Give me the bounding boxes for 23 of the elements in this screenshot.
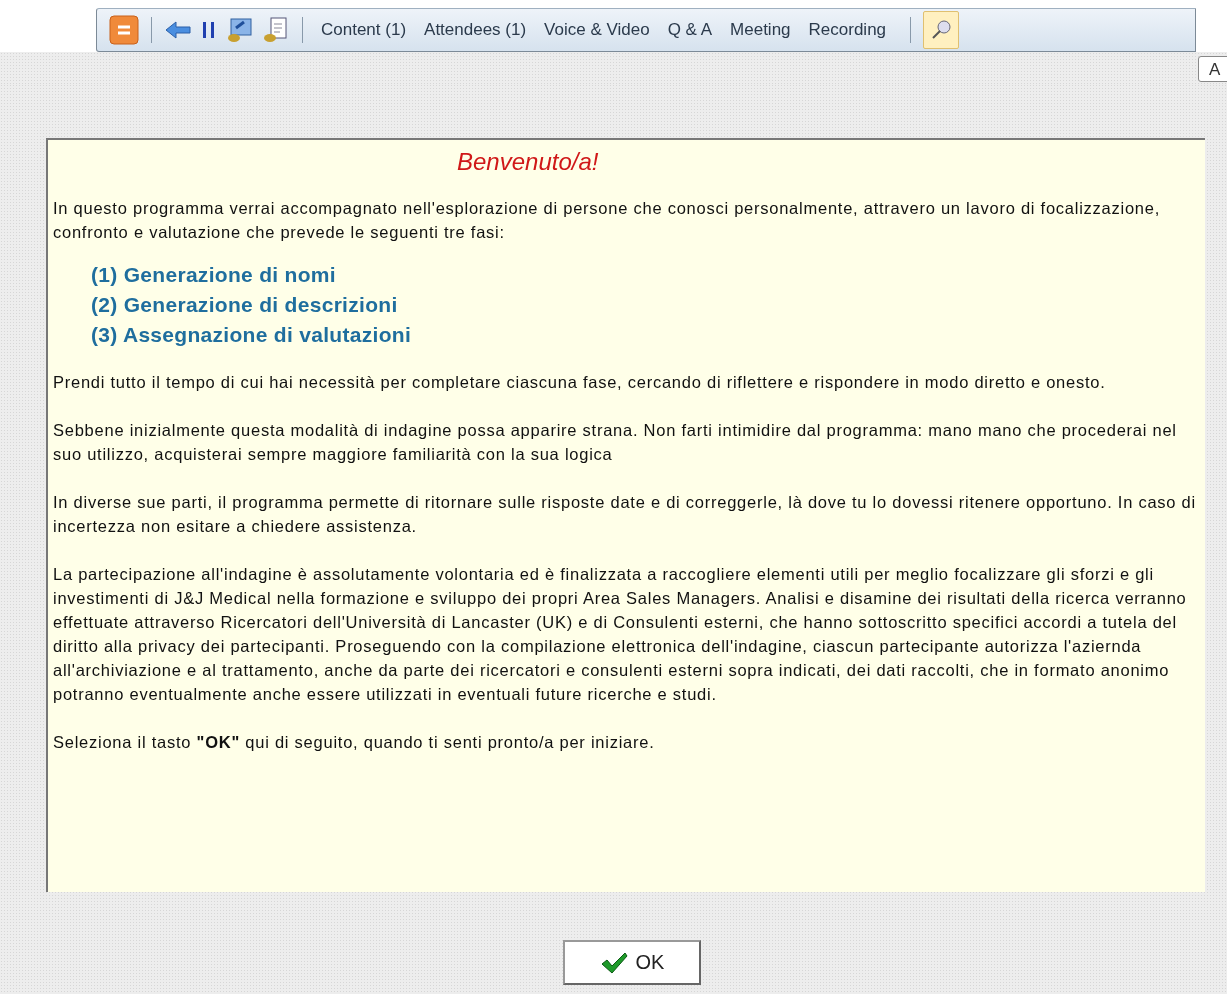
paragraph: Seleziona il tasto "OK" qui di seguito, quando ti senti pronto/a per iniziare. [53,732,656,753]
document-icon[interactable] [262,16,290,44]
toolbar-tab[interactable]: Attendees (1) [418,16,533,44]
phase-heading: (2) Generazione di descrizioni [91,292,399,318]
toolbar-tab[interactable]: Recording [802,16,893,44]
intro-paragraph: In questo programma verrai accompagnato nell'esplorazione di persone che conosci personalmente, attravero un lavoro di focalizzazione, confronto e valutazione che prevede le seguenti tre fasi: [53,198,1162,243]
paragraph: Sebbene inizialmente questa modalità di indagine possa apparire strana. Non farti intimidire dal programma: mano mano che procederai nel suo utilizzo, acquisterai sempre maggiore familiarità con la sua logica [53,420,1178,465]
paragraph: La partecipazione all'indagine è assolutamente volontaria ed è finalizzata a raccogliere elementi utili per meglio focalizzare gli sforzi e gli investimenti di J&J Medical nella formazione e sviluppo dei propri Area Sales Managers. Analisi e disamine dei risultati della ricerca verranno effettuate attraverso Ricercatori dell'Università di Lancaster (UK) e di Consulenti esterni, che hanno sottoscritto specifici accordi a tutela del diritto alla privacy dei partecipanti. Proseguendo con la compilazione elettronica dell'indagine, ciascun partecipante autorizza l'aziernda all'archiviazione e al trattamento, anche da parte dei ricercatori e consulenti esterni sopra indicati, dei dati raccolti, che in formato anonimo potranno eventualmente anche essere utilizzati in eventuali future ricerche e studi. [53,564,1188,705]
welcome-title: Benvenuto/a! [457,148,600,176]
toolbar-tab[interactable]: Q & A [661,16,719,44]
paragraph: Prendi tutto il tempo di cui hai necessità per completare ciascuna fase, cercando di riflettere e rispondere in modo diretto e onesto. [53,372,1107,393]
toolbar-tab[interactable]: Content (1) [315,16,413,44]
pin-button[interactable] [923,11,960,49]
toolbar-tab[interactable]: Meeting [724,16,797,44]
back-arrow-icon[interactable] [164,19,192,41]
phase-heading: (1) Generazione di nomi [91,262,337,288]
toolbar-tab[interactable]: Voice & Video [538,16,656,44]
phase-heading: (3) Assegnazione di valutazioni [91,322,413,348]
checkmark-icon [599,950,628,975]
app-logo-icon[interactable] [109,15,139,45]
tooltip: A [1198,56,1227,82]
ok-button[interactable]: OK [563,940,701,985]
paragraph: In diverse sue parti, il programma permette di ritornare sulle risposte date e di correggerle, là dove tu lo dovessi ritenere opportuno. In caso di incertezza non esitare a chiedere assistenza. [53,492,1197,537]
